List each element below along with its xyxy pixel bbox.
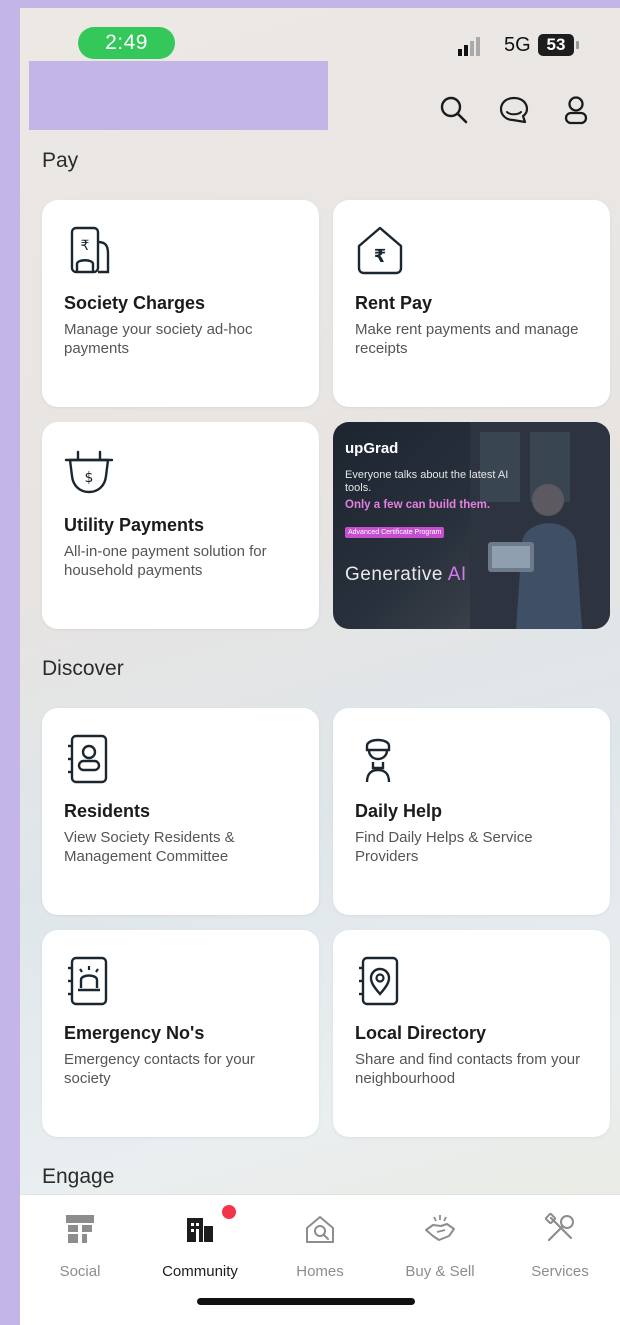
card-title: Emergency No's <box>64 1023 205 1043</box>
card-title: Daily Help <box>355 801 443 821</box>
card-description: All-in-one payment solution for househol… <box>64 543 267 579</box>
app-screen: 2:49 5G 53 Pay ₹ Society Charges Manage … <box>20 8 620 1325</box>
card-title: Local Directory <box>355 1023 487 1043</box>
section-title-discover: Discover <box>42 657 124 680</box>
community-icon <box>187 1218 213 1242</box>
profile-icon[interactable] <box>560 94 592 126</box>
buy-sell-icon <box>425 1215 455 1241</box>
promo-tag: Advanced Certificate Program <box>345 527 445 538</box>
nav-services[interactable]: Services <box>500 1195 620 1295</box>
residents-icon <box>68 734 108 784</box>
promo-headline-accent: AI <box>447 564 467 585</box>
card-daily-help[interactable]: Daily Help Find Daily Helps & Service Pr… <box>333 708 610 915</box>
card-residents[interactable]: Residents View Society Residents & Manag… <box>42 708 319 915</box>
battery-tip <box>576 41 579 49</box>
card-title: Residents <box>64 801 151 821</box>
nav-label: Buy & Sell <box>405 1263 475 1280</box>
chat-icon[interactable] <box>498 94 530 126</box>
battery-indicator: 53 <box>538 34 574 56</box>
promo-banner[interactable]: upGrad Everyone talks about the latest A… <box>333 422 610 629</box>
svg-text:₹: ₹ <box>81 238 90 254</box>
card-description: Emergency contacts for your society <box>64 1051 255 1087</box>
card-description: Find Daily Helps & Service Providers <box>355 829 533 865</box>
daily-help-icon <box>365 738 391 783</box>
promo-headline: Generative AI <box>345 564 467 586</box>
status-bar: 2:49 5G 53 <box>20 8 620 59</box>
card-emergency[interactable]: Emergency No's Emergency contacts for yo… <box>42 930 319 1137</box>
promo-headline-main: Generative <box>345 564 443 585</box>
nav-label: Services <box>531 1263 589 1280</box>
homes-icon <box>306 1216 334 1243</box>
social-icon <box>66 1215 94 1243</box>
society-charges-icon: ₹ <box>70 226 110 274</box>
nav-social[interactable]: Social <box>20 1195 140 1295</box>
card-title: Society Charges <box>64 293 206 313</box>
status-time: 2:49 <box>78 27 175 59</box>
card-title: Utility Payments <box>64 515 205 535</box>
card-utility-payments[interactable]: $ Utility Payments All-in-one payment so… <box>42 422 319 629</box>
svg-text:$: $ <box>85 470 94 486</box>
promo-line-2: Only a few can build them. <box>345 499 491 511</box>
card-description: Share and find contacts from your neighb… <box>355 1051 581 1087</box>
promo-brand: upGrad <box>345 440 399 457</box>
nav-buy-sell[interactable]: Buy & Sell <box>380 1195 500 1295</box>
emergency-icon <box>68 956 108 1006</box>
brand-block <box>29 61 328 130</box>
nav-homes[interactable]: Homes <box>260 1195 380 1295</box>
nav-label: Homes <box>296 1263 344 1280</box>
section-title-engage: Engage <box>42 1165 115 1188</box>
home-indicator <box>197 1298 415 1305</box>
nav-community[interactable]: Community <box>140 1195 260 1295</box>
card-society-charges[interactable]: ₹ Society Charges Manage your society ad… <box>42 200 319 407</box>
card-description: View Society Residents & Management Comm… <box>64 829 235 865</box>
rent-pay-icon: ₹ <box>357 226 403 275</box>
search-icon[interactable] <box>438 94 470 126</box>
section-title-pay: Pay <box>42 149 79 172</box>
card-rent-pay[interactable]: ₹ Rent Pay Make rent payments and manage… <box>333 200 610 407</box>
bottom-nav: Social Community Homes Buy & Sell Servic… <box>20 1194 620 1325</box>
services-icon <box>544 1212 574 1242</box>
utility-payments-icon: $ <box>64 450 114 494</box>
card-description: Make rent payments and manage receipts <box>355 321 579 357</box>
signal-icon <box>458 37 480 56</box>
svg-text:₹: ₹ <box>374 246 387 267</box>
local-directory-icon <box>359 956 399 1006</box>
card-local-directory[interactable]: Local Directory Share and find contacts … <box>333 930 610 1137</box>
nav-label: Social <box>59 1263 101 1280</box>
promo-line-1: Everyone talks about the latest AI tools… <box>345 469 509 494</box>
notification-dot <box>222 1205 236 1219</box>
nav-label: Community <box>162 1263 238 1280</box>
promo-illustration <box>470 422 610 629</box>
network-label: 5G <box>504 34 531 56</box>
card-description: Manage your society ad-hoc payments <box>64 321 253 357</box>
card-title: Rent Pay <box>355 293 433 313</box>
